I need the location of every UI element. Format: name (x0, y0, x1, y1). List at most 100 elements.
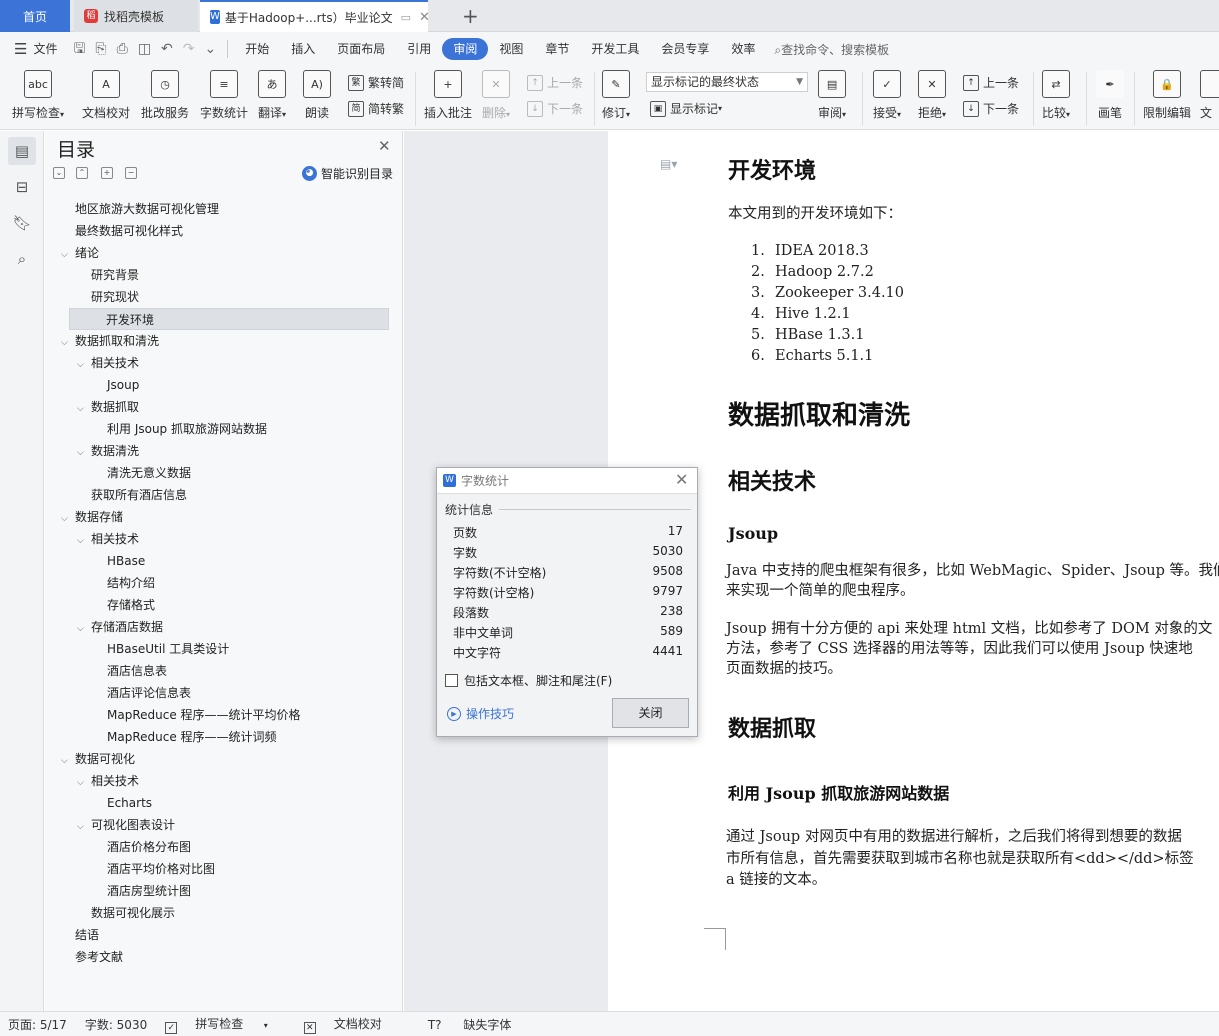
word-count-button[interactable]: ≡ 字数统计 (200, 70, 248, 121)
dialog-titlebar[interactable]: W 字数统计 (437, 468, 697, 494)
command-search[interactable]: ⌕查找命令、搜索模板 (774, 41, 889, 58)
toc-item[interactable]: Jsoup (93, 374, 139, 396)
menu-home[interactable]: 开始 (234, 38, 280, 60)
doc-proof-button[interactable]: A 文档校对 (82, 70, 130, 121)
insert-comment-button[interactable]: + 插入批注 (424, 70, 472, 121)
toc-item[interactable]: 开发环境 (69, 308, 389, 330)
menu-insert[interactable]: 插入 (280, 38, 326, 60)
prev-change-button[interactable]: ↑ 上一条 (963, 74, 1019, 91)
status-proof[interactable]: ✕ 文档校对 (303, 1015, 400, 1034)
chevron-down-icon[interactable]: ⌵ (77, 618, 91, 640)
toc-item[interactable]: HBase (93, 550, 145, 572)
doc-permission-button[interactable]: 文 (1200, 70, 1219, 121)
toc-item[interactable]: ⌵ 存储酒店数据 (77, 616, 163, 638)
delete-comment-button[interactable]: ✕ 删除▾ (482, 70, 510, 121)
document-page[interactable]: ▤▾ 开发环境 本文用到的开发环境如下： 1. IDEA 2018.3 2. Hado… (608, 131, 1219, 1011)
close-button[interactable]: 关闭 (612, 698, 689, 728)
expand-all-icon[interactable]: + (101, 167, 113, 179)
toc-item[interactable]: 获取所有酒店信息 (77, 484, 187, 506)
chevron-down-icon[interactable]: ⌵ (77, 354, 91, 376)
spell-check-button[interactable]: abc 拼写检查▾ (12, 70, 64, 121)
tips-link[interactable]: ▶ 操作技巧 (447, 705, 514, 722)
menu-references[interactable]: 引用 (396, 38, 442, 60)
bookmark-icon[interactable]: 🔖︎ (8, 209, 36, 237)
read-aloud-button[interactable]: A) 朗读 (303, 70, 331, 121)
toc-item[interactable]: 最终数据可视化样式 (61, 220, 183, 242)
toc-item[interactable]: 结构介绍 (93, 572, 155, 594)
toc-item[interactable]: 酒店信息表 (93, 660, 167, 682)
toc-item[interactable]: HBaseUtil 工具类设计 (93, 638, 229, 660)
toc-item[interactable]: ⌵ 可视化图表设计 (77, 814, 175, 836)
hamburger-icon[interactable]: ☰ (14, 40, 27, 58)
menu-view[interactable]: 视图 (488, 38, 534, 60)
toc-item[interactable]: 存储格式 (93, 594, 155, 616)
export-pdf-icon[interactable]: ⎘ (90, 38, 111, 60)
include-textbox-checkbox[interactable]: 包括文本框、脚注和尾注(F) (445, 672, 612, 689)
batch-service-button[interactable]: ◷ 批改服务 (141, 70, 189, 121)
to-traditional-button[interactable]: 繁繁转简 (348, 74, 404, 91)
next-comment-button[interactable]: ↓ 下一条 (527, 100, 583, 117)
menu-developer[interactable]: 开发工具 (580, 38, 650, 60)
show-markup-button[interactable]: ▣ 显示标记 ▾ (650, 100, 722, 117)
status-missing-font[interactable]: T? 缺失字体 (428, 1016, 530, 1033)
menu-efficiency[interactable]: 效率 (720, 38, 766, 60)
status-page[interactable]: 页面: 5/17 (8, 1016, 67, 1033)
menu-member[interactable]: 会员专享 (650, 38, 720, 60)
toc-item[interactable]: ⌵ 数据清洗 (77, 440, 139, 462)
restrict-edit-button[interactable]: 🔒 限制编辑 (1143, 70, 1191, 121)
review-pane-button[interactable]: ▤ 审阅▾ (818, 70, 846, 121)
print-icon[interactable]: ⎙ (112, 38, 133, 60)
toc-item[interactable]: ⌵ 数据抓取和清洗 (61, 330, 159, 352)
customize-icon[interactable]: ⌄ (200, 38, 222, 60)
chevron-down-icon[interactable]: ⌵ (61, 750, 75, 772)
toc-item[interactable]: 清洗无意义数据 (93, 462, 191, 484)
save-icon[interactable]: 🖫 (68, 38, 90, 60)
compare-button[interactable]: ⇄ 比较▾ (1042, 70, 1070, 121)
collapse-all-icon[interactable]: − (125, 167, 137, 179)
close-icon[interactable]: ✕ (378, 137, 391, 155)
toc-item[interactable]: Echarts (93, 792, 152, 814)
toc-item[interactable]: ⌵ 相关技术 (77, 352, 139, 374)
toc-item[interactable]: 酒店房型统计图 (93, 880, 191, 902)
toc-item[interactable]: 参考文献 (61, 946, 123, 968)
chevron-down-icon[interactable]: ⌵ (77, 530, 91, 552)
menu-chapter[interactable]: 章节 (534, 38, 580, 60)
chevron-down-icon[interactable]: ⌵ (77, 816, 91, 838)
toc-item[interactable]: 研究现状 (77, 286, 139, 308)
chevron-down-icon[interactable]: ⌵ (61, 508, 75, 530)
print-preview-icon[interactable]: ◫ (133, 38, 156, 60)
toc-item[interactable]: 酒店价格分布图 (93, 836, 191, 858)
toc-item[interactable]: 酒店平均价格对比图 (93, 858, 215, 880)
revise-button[interactable]: ✎ 修订▾ (602, 70, 630, 121)
pen-button[interactable]: ✒ 画笔 (1096, 70, 1124, 121)
monitor-icon[interactable]: ▭ (401, 11, 411, 24)
redo-icon[interactable]: ↷ (178, 38, 200, 60)
toc-item[interactable]: MapReduce 程序——统计平均价格 (93, 704, 301, 726)
toc-item[interactable]: 利用 Jsoup 抓取旅游网站数据 (93, 418, 267, 440)
smart-toc-button[interactable]: ◕ 智能识别目录 (302, 165, 393, 182)
chapter-nav-icon[interactable]: ⊟ (8, 173, 36, 201)
toc-item[interactable]: ⌵ 数据抓取 (77, 396, 139, 418)
toc-item[interactable]: ⌵ 数据可视化 (61, 748, 135, 770)
close-icon[interactable]: ✕ (675, 470, 688, 489)
toc-item[interactable]: ⌵ 相关技术 (77, 528, 139, 550)
collapse-level-icon[interactable]: ⌄ (53, 167, 65, 179)
new-tab-icon[interactable]: + (462, 4, 479, 28)
toc-item[interactable]: ⌵ 绪论 (61, 242, 99, 264)
close-tab-icon[interactable]: ✕ (419, 10, 430, 25)
to-simplified-button[interactable]: 简简转繁 (348, 100, 404, 117)
status-words[interactable]: 字数: 5030 (85, 1016, 147, 1033)
translate-button[interactable]: あ翻译▾ (258, 70, 286, 121)
accept-button[interactable]: ✓ 接受▾ (873, 70, 901, 121)
reject-button[interactable]: ✕ 拒绝▾ (918, 70, 946, 121)
chevron-down-icon[interactable]: ⌵ (77, 398, 91, 420)
menu-file[interactable]: 文件 (27, 38, 68, 60)
markup-state-select[interactable]: 显示标记的最终状态 ▼ (646, 72, 808, 92)
undo-icon[interactable]: ↶ (156, 38, 178, 60)
prev-comment-button[interactable]: ↑ 上一条 (527, 74, 583, 91)
tab-document[interactable]: W 基于Hadoop+...rts）毕业论文 ▭ ✕ (200, 0, 430, 32)
tab-templates[interactable]: 稻找稻壳模板 (74, 0, 198, 32)
status-spell-check[interactable]: ✓ 拼写检查 ▾ (165, 1015, 286, 1034)
search-icon[interactable]: ⌕ (8, 245, 36, 273)
toc-item[interactable]: 结语 (61, 924, 99, 946)
